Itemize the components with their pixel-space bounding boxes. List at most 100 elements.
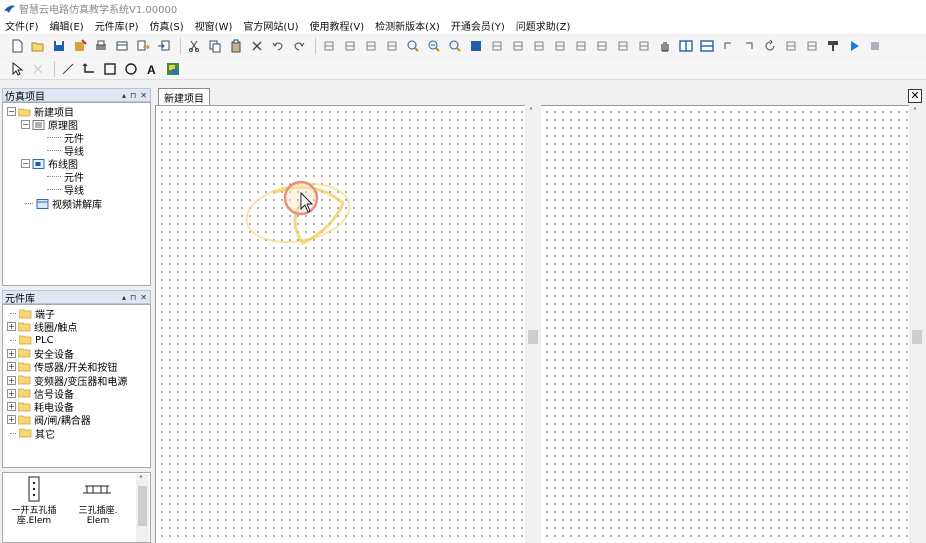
import-button[interactable] (155, 37, 173, 55)
scroll-up-icon[interactable]: ˄ (913, 107, 917, 116)
rotate-right-button[interactable] (740, 37, 758, 55)
preview-scroll-thumb[interactable] (138, 486, 147, 526)
preview-item-three-hole-socket[interactable]: 三孔插座. Elem (69, 506, 127, 526)
line-tool-button[interactable] (59, 60, 77, 78)
library-category[interactable]: + 信号设备 (7, 387, 74, 401)
right-canvas-scrollbar[interactable]: ˄ (910, 105, 924, 543)
wiring-canvas[interactable] (541, 105, 909, 543)
print-button[interactable] (92, 37, 110, 55)
space-h-button[interactable] (530, 37, 548, 55)
copy-button[interactable] (206, 37, 224, 55)
pointer-button[interactable] (8, 60, 26, 78)
ellipse-tool-button[interactable] (122, 60, 140, 78)
library-category[interactable]: + 传感器/开关和按钮 (7, 360, 117, 374)
expand-icon[interactable]: + (7, 375, 16, 385)
bring-front-button[interactable] (572, 37, 590, 55)
distribute-v-button[interactable] (509, 37, 527, 55)
panel-float-icon[interactable]: ⊓ (130, 91, 136, 100)
library-category[interactable]: + 变频器/变压器和电源 (7, 374, 127, 388)
menu-item-9[interactable]: 问题求助(Z) (516, 18, 571, 33)
scroll-up-icon[interactable]: ˄ (139, 475, 143, 484)
paste-button[interactable] (227, 37, 245, 55)
tile-v-button[interactable] (677, 37, 695, 55)
align-left-button[interactable] (320, 37, 338, 55)
stop-button[interactable] (866, 37, 884, 55)
library-category[interactable]: + 线圈/触点 (7, 320, 77, 334)
space-v-button[interactable] (551, 37, 569, 55)
delete-button[interactable] (248, 37, 266, 55)
library-category[interactable]: + 耗电设备 (7, 400, 74, 414)
menu-item-4[interactable]: 视窗(W) (195, 18, 233, 33)
tab-new-project[interactable]: 新建项目 (158, 88, 210, 105)
expand-icon[interactable]: + (7, 415, 16, 425)
panel-close-icon[interactable]: ✕ (140, 91, 147, 100)
library-category[interactable]: + 安全设备 (7, 347, 74, 361)
panel-pin-icon[interactable]: ▴ (122, 91, 126, 100)
expand-icon[interactable]: + (7, 402, 16, 412)
library-category[interactable]: + 阀/闸/耦合器 (7, 413, 91, 427)
collapse-icon[interactable]: − (21, 159, 30, 168)
pan-hand-button[interactable] (656, 37, 674, 55)
save-button[interactable] (50, 37, 68, 55)
new-file-button[interactable] (8, 37, 26, 55)
panel-float-icon[interactable]: ⊓ (130, 293, 136, 302)
tile-h-button[interactable] (698, 37, 716, 55)
menu-item-8[interactable]: 开通会员(Y) (451, 18, 505, 33)
menu-item-3[interactable]: 仿真(S) (150, 18, 184, 33)
preview-item-five-hole-socket[interactable]: 一开五孔插 座.Elem (5, 506, 63, 526)
distribute-h-button[interactable] (488, 37, 506, 55)
left-canvas-scroll-thumb[interactable] (528, 330, 538, 344)
image-tool-button[interactable] (164, 60, 182, 78)
rectangle-tool-button[interactable] (101, 60, 119, 78)
group-button[interactable] (782, 37, 800, 55)
cut-button[interactable] (185, 37, 203, 55)
text-tool-button[interactable]: A (143, 60, 161, 78)
ungroup-button[interactable] (803, 37, 821, 55)
menu-item-1[interactable]: 编辑(E) (50, 18, 84, 33)
close-document-button[interactable]: ✕ (908, 89, 922, 103)
expand-icon[interactable]: + (7, 388, 16, 398)
wire-tool-button[interactable] (80, 60, 98, 78)
format-painter-button[interactable] (824, 37, 842, 55)
menu-item-5[interactable]: 官方网站(U) (243, 18, 298, 33)
panel-close-icon[interactable]: ✕ (140, 293, 147, 302)
align-right-button[interactable] (362, 37, 380, 55)
align-bottom-button[interactable] (383, 37, 401, 55)
library-category[interactable]: 端子 (7, 307, 55, 321)
select-all-button[interactable] (467, 37, 485, 55)
print-preview-button[interactable] (113, 37, 131, 55)
right-canvas-scroll-thumb[interactable] (912, 330, 922, 344)
schematic-canvas[interactable] (155, 105, 525, 543)
align-top-button[interactable] (341, 37, 359, 55)
expand-icon[interactable]: + (7, 362, 16, 372)
save-as-button[interactable] (71, 37, 89, 55)
refresh-button[interactable] (761, 37, 779, 55)
scroll-up-icon[interactable]: ˄ (529, 107, 533, 116)
left-canvas-scrollbar[interactable]: ˄ (526, 105, 540, 543)
collapse-icon[interactable]: − (21, 120, 30, 129)
menu-item-7[interactable]: 检测新版本(X) (375, 18, 440, 33)
run-button[interactable] (845, 37, 863, 55)
panel-pin-icon[interactable]: ▴ (122, 293, 126, 302)
send-backward-button[interactable] (635, 37, 653, 55)
menu-item-2[interactable]: 元件库(P) (95, 18, 139, 33)
undo-button[interactable] (269, 37, 287, 55)
preview-scrollbar[interactable]: ˄ (136, 474, 149, 542)
zoom-in-button[interactable] (404, 37, 422, 55)
redo-button[interactable] (290, 37, 308, 55)
export-button[interactable] (134, 37, 152, 55)
send-back-button[interactable] (593, 37, 611, 55)
bring-forward-button[interactable] (614, 37, 632, 55)
expand-icon[interactable]: + (7, 322, 16, 332)
disabled-select-button[interactable] (29, 60, 47, 78)
tree-node-wiring-wires[interactable]: 导线 (47, 183, 84, 197)
zoom-fit-button[interactable] (446, 37, 464, 55)
menu-item-6[interactable]: 使用教程(V) (310, 18, 365, 33)
menu-item-0[interactable]: 文件(F) (5, 18, 39, 33)
expand-icon[interactable]: + (7, 348, 16, 358)
open-folder-button[interactable] (29, 37, 47, 55)
tree-node-video-library[interactable]: 视频讲解库 (25, 197, 102, 211)
library-category[interactable]: PLC (7, 334, 54, 347)
rotate-left-button[interactable] (719, 37, 737, 55)
collapse-icon[interactable]: − (7, 107, 16, 116)
